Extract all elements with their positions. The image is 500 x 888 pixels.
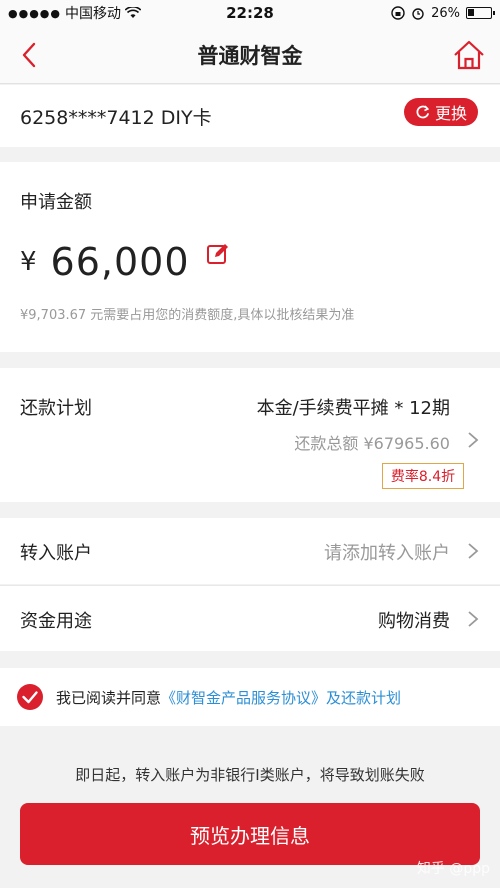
chevron-right-icon[interactable] — [466, 430, 480, 450]
transfer-account-placeholder: 请添加转入账户 — [324, 543, 450, 564]
currency-symbol: ¥ — [20, 247, 37, 277]
change-card-button[interactable]: 更换 — [404, 98, 478, 126]
amount-value-row[interactable]: ¥ 66,000 — [20, 240, 230, 284]
transfer-account-label: 转入账户 — [20, 543, 92, 564]
agreement-prefix: 我已阅读并同意 — [56, 688, 162, 707]
warning-text: 即日起，转入账户为非银行I类账户，将导致划账失败 — [75, 766, 425, 784]
repayment-plan-section[interactable]: 还款计划 本金/手续费平摊 * 12期 还款总额 ¥67965.60 费率8.4… — [0, 368, 500, 502]
status-right: 26% — [391, 0, 495, 26]
amount-section: 申请金额 ¥ 66,000 ¥9,703.67 元需要占用您的消费额度,具体以批… — [0, 162, 500, 352]
repayment-plan-label: 还款计划 — [20, 398, 92, 419]
status-bar: ●●●●● 中国移动 22:28 26% — [0, 0, 500, 26]
lock-rotation-icon — [391, 6, 405, 20]
agreement-text: 我已阅读并同意《财智金产品服务协议》及还款计划 — [56, 687, 401, 708]
repayment-total: 还款总额 ¥67965.60 — [294, 434, 450, 453]
nav-bar: 普通财智金 — [0, 26, 500, 84]
amount-note: ¥9,703.67 元需要占用您的消费额度,具体以批核结果为准 — [20, 308, 355, 323]
card-row: 6258****7412 DIY卡 更换 — [0, 85, 500, 147]
transfer-account-row[interactable]: 转入账户 请添加转入账户 — [0, 518, 500, 584]
edit-icon[interactable] — [206, 242, 230, 266]
change-card-label: 更换 — [434, 104, 467, 123]
status-left: ●●●●● 中国移动 — [8, 3, 198, 23]
checkbox-checked-icon[interactable] — [16, 683, 44, 711]
wifi-icon — [125, 7, 141, 18]
fund-purpose-label: 资金用途 — [20, 611, 92, 632]
repayment-plan-value: 本金/手续费平摊 * 12期 — [256, 398, 450, 419]
page-title: 普通财智金 — [197, 43, 303, 68]
card-number: 6258****7412 DIY卡 — [20, 106, 212, 129]
battery-percent: 26% — [431, 5, 460, 21]
battery-icon — [466, 7, 495, 19]
preview-button[interactable]: 预览办理信息 — [20, 803, 480, 865]
back-icon[interactable] — [14, 38, 44, 72]
fund-purpose-row[interactable]: 资金用途 购物消费 — [0, 585, 500, 651]
agreement-link[interactable]: 《财智金产品服务协议》及还款计划 — [161, 689, 401, 707]
rate-badge: 费率8.4折 — [382, 463, 464, 489]
signal-icon: ●●●●● — [8, 6, 61, 20]
fund-purpose-value: 购物消费 — [378, 611, 450, 632]
home-icon[interactable] — [452, 38, 486, 72]
refresh-icon — [416, 105, 430, 119]
agreement-section: 我已阅读并同意《财智金产品服务协议》及还款计划 — [0, 668, 500, 726]
carrier-name: 中国移动 — [65, 6, 121, 22]
alarm-icon — [412, 8, 424, 20]
watermark: 知乎 @ppp — [416, 861, 490, 877]
chevron-right-icon[interactable] — [466, 609, 480, 629]
amount-value[interactable]: 66,000 — [51, 240, 190, 284]
amount-label: 申请金额 — [20, 192, 92, 213]
chevron-right-icon[interactable] — [466, 541, 480, 561]
